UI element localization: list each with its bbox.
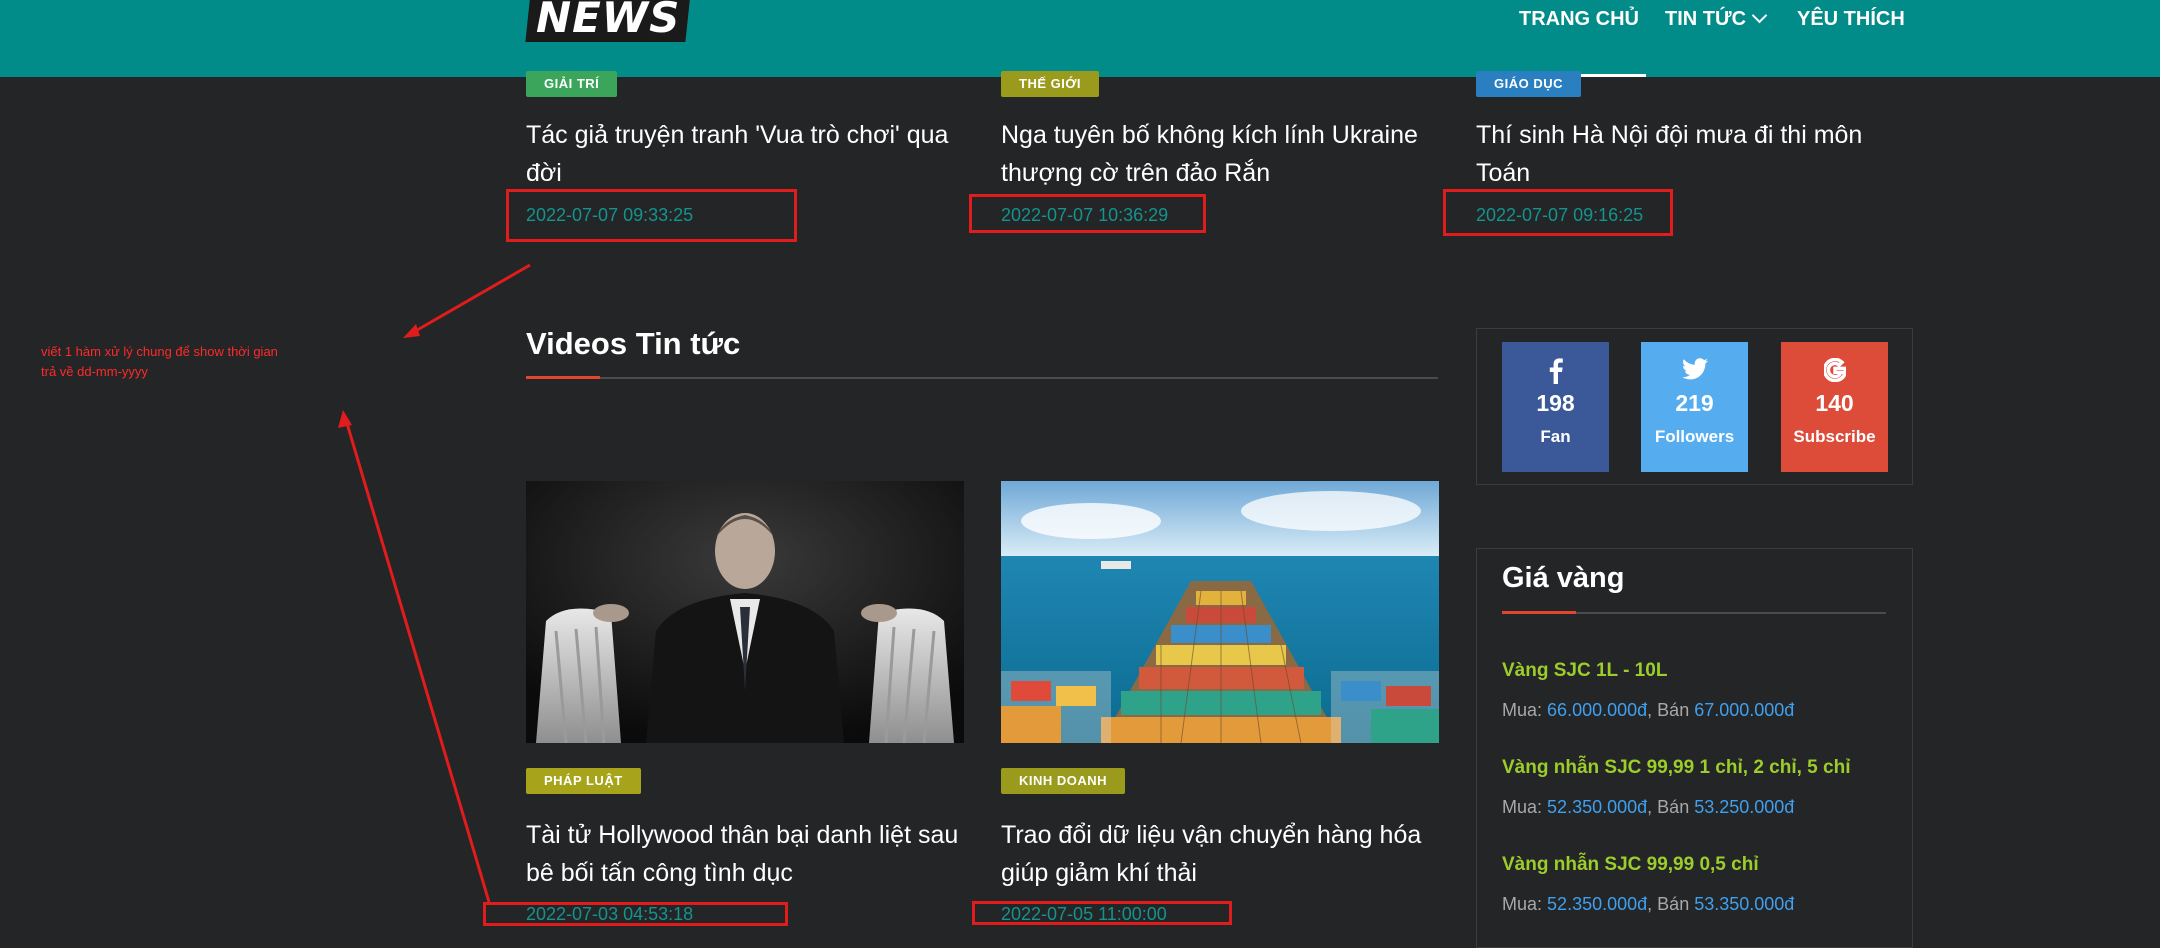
gold-widget-title: Giá vàng [1502, 562, 1625, 594]
logo-text: NEWS [536, 0, 681, 42]
container-ship-image [1001, 481, 1439, 743]
annotation-highlight-box [969, 194, 1206, 233]
article-title[interactable]: Trao đổi dữ liệu vận chuyển hàng hóa giú… [1001, 816, 1451, 892]
social-label: Fan [1540, 427, 1571, 446]
section-accent-bar [526, 376, 600, 379]
gold-item-name[interactable]: Vàng nhẫn SJC 99,99 0,5 chỉ [1502, 854, 1759, 876]
annotation-note: viết 1 hàm xử lý chung để show thời gian… [41, 342, 341, 382]
sell-label: Bán [1657, 700, 1690, 720]
section-divider [526, 377, 1438, 379]
article-title[interactable]: Nga tuyên bố không kích lính Ukraine thư… [1001, 116, 1441, 192]
twitter-button[interactable]: 219 Followers [1641, 342, 1748, 472]
facebook-button[interactable]: 198 Fan [1502, 342, 1609, 472]
annotation-highlight-box [506, 189, 797, 242]
category-badge[interactable]: THẾ GIỚI [1001, 71, 1100, 97]
gold-item-price: Mua: 52.350.000đ, Bán 53.350.000đ [1502, 894, 1795, 914]
article-thumbnail[interactable] [526, 481, 964, 743]
chevron-down-icon [1751, 7, 1768, 24]
buy-price: 52.350.000đ [1547, 797, 1648, 817]
social-count: 140 [1815, 390, 1854, 416]
buy-label: Mua: [1502, 894, 1543, 914]
nav-news[interactable]: TIN TỨC [1665, 7, 1768, 31]
google-button[interactable]: 140 Subscribe [1781, 342, 1888, 472]
buy-price: 52.350.000đ [1547, 894, 1648, 914]
gold-item-name[interactable]: Vàng SJC 1L - 10L [1502, 660, 1667, 682]
sell-price: 53.250.000đ [1694, 797, 1795, 817]
social-label: Followers [1654, 427, 1735, 446]
annotation-line: viết 1 hàm xử lý chung để show thời gian [41, 344, 278, 359]
annotation-arrow [411, 263, 531, 335]
gold-item-name[interactable]: Vàng nhẫn SJC 99,99 1 chỉ, 2 chỉ, 5 chỉ [1502, 757, 1850, 779]
category-badge[interactable]: KINH DOANH [1001, 768, 1126, 794]
sell-label: Bán [1657, 797, 1690, 817]
nav-home[interactable]: TRANG CHỦ [1519, 8, 1639, 31]
social-count: 219 [1675, 390, 1714, 416]
sell-price: 67.000.000đ [1694, 700, 1795, 720]
nav-news-label: TIN TỨC [1665, 8, 1747, 30]
arrow-head-icon [403, 324, 420, 338]
buy-label: Mua: [1502, 700, 1543, 720]
section-title: Videos Tin tức [526, 326, 741, 361]
annotation-highlight-box [1443, 189, 1673, 236]
top-navbar: NEWS TRANG CHỦ TIN TỨC YÊU THÍCH [0, 0, 2160, 77]
man-in-suit-image [526, 481, 964, 743]
annotation-highlight-box [483, 902, 788, 926]
category-badge[interactable]: PHÁP LUẬT [526, 768, 641, 794]
site-logo[interactable]: NEWS [525, 0, 692, 42]
annotation-line: trả về dd-mm-yyyy [41, 364, 148, 379]
facebook-icon [1502, 358, 1609, 384]
nav-favorites[interactable]: YÊU THÍCH [1797, 8, 1905, 31]
category-badge[interactable]: GIẢI TRÍ [526, 71, 618, 97]
arrow-head-icon [338, 410, 352, 428]
gold-item-price: Mua: 52.350.000đ, Bán 53.250.000đ [1502, 797, 1795, 817]
buy-price: 66.000.000đ [1547, 700, 1648, 720]
twitter-icon [1641, 358, 1748, 384]
buy-label: Mua: [1502, 797, 1543, 817]
social-count: 198 [1536, 390, 1575, 416]
article-title[interactable]: Thí sinh Hà Nội đội mưa đi thi môn Toán [1476, 116, 1916, 192]
article-thumbnail[interactable] [1001, 481, 1439, 743]
annotation-arrow [344, 419, 491, 903]
sell-price: 53.350.000đ [1694, 894, 1795, 914]
article-title[interactable]: Tác giả truyện tranh 'Vua trò chơi' qua … [526, 116, 966, 192]
category-badge[interactable]: GIÁO DỤC [1476, 71, 1581, 97]
article-title[interactable]: Tài tử Hollywood thân bại danh liệt sau … [526, 816, 976, 892]
gold-price-widget [1476, 548, 1913, 948]
social-label: Subscribe [1793, 427, 1876, 446]
google-icon [1781, 357, 1888, 384]
sell-label: Bán [1657, 894, 1690, 914]
annotation-highlight-box [972, 901, 1232, 925]
gold-item-price: Mua: 66.000.000đ, Bán 67.000.000đ [1502, 700, 1795, 720]
gold-accent-bar [1502, 611, 1576, 614]
